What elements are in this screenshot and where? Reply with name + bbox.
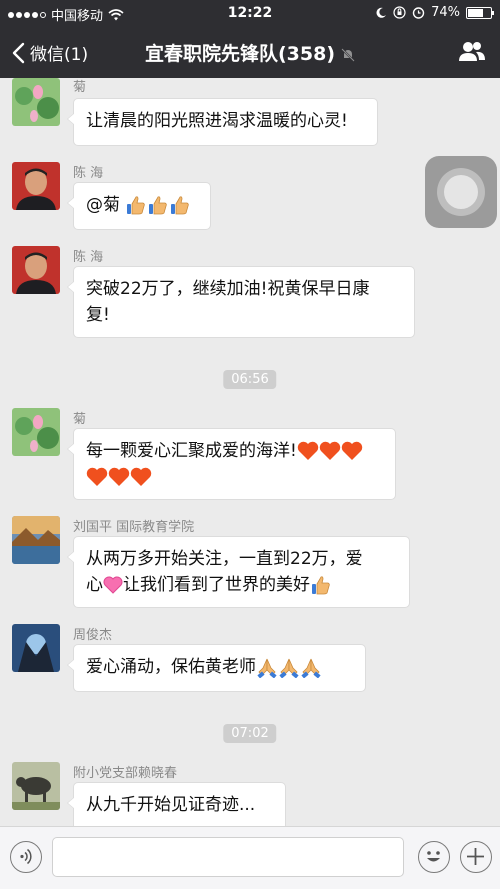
nav-bar: 微信(1) 宜春职院先锋队(358) <box>0 26 500 78</box>
message-text-line: 心让我们看到了世界的美好 <box>86 572 397 598</box>
avatar[interactable] <box>12 762 60 810</box>
group-members-button[interactable] <box>458 40 486 66</box>
emoji-group <box>310 575 332 595</box>
man-avatar-image <box>12 162 60 210</box>
avatar[interactable] <box>12 408 60 456</box>
message-input[interactable] <box>52 837 404 877</box>
thumbs-up-emoji <box>312 576 330 595</box>
sender-name: 陈 海 <box>73 250 104 265</box>
sender-name: 附小党支部赖晓春 <box>73 766 178 781</box>
heart-emoji <box>297 441 319 460</box>
assistive-touch-button[interactable] <box>425 156 497 228</box>
sender-name: 陈 海 <box>73 166 104 181</box>
message-text-line: 复! <box>86 305 110 325</box>
battery-percent: 74% <box>431 5 460 20</box>
message-text: 爱心涌动，保佑黄老师 <box>86 657 256 677</box>
sender-name: 刘国平 国际教育学院 <box>73 520 195 535</box>
emoji-group <box>256 657 322 678</box>
message-bubble[interactable]: 每一颗爱心汇聚成爱的海洋! <box>67 428 396 500</box>
rotation-lock-icon <box>393 6 406 19</box>
heart-emoji <box>130 467 152 486</box>
thumbs-up-emoji <box>149 196 168 215</box>
man-avatar-image <box>12 246 60 294</box>
heart-emoji <box>341 441 363 460</box>
message-text-line: 突破22万了，继续加油!祝黄保早日康 <box>86 279 370 299</box>
timestamp-divider: 06:56 <box>223 370 277 389</box>
smiley-icon <box>427 851 440 862</box>
message-bubble[interactable]: 从九千开始见证奇迹... <box>67 782 286 826</box>
chat-title-text: 宜春职院先锋队(358) <box>144 43 336 65</box>
landscape-avatar-image <box>12 516 60 564</box>
sender-name: 周俊杰 <box>73 628 113 643</box>
sender-name: 菊 <box>73 80 87 95</box>
people-icon <box>459 42 485 61</box>
plus-icon <box>467 848 484 865</box>
message-bubble[interactable]: @菊 <box>67 182 211 230</box>
message-bubble[interactable]: 爱心涌动，保佑黄老师 <box>67 644 366 692</box>
thumbs-up-emoji <box>171 196 190 215</box>
voice-icon <box>20 848 32 865</box>
chat-title: 宜春职院先锋队(358) <box>0 39 500 66</box>
praying-hands-emoji <box>257 658 277 678</box>
thumbs-up-emoji <box>127 196 146 215</box>
battery-level <box>468 8 483 17</box>
avatar[interactable] <box>12 624 60 672</box>
message-text: 每一颗爱心汇聚成爱的海洋! <box>86 441 297 461</box>
avatar[interactable] <box>12 516 60 564</box>
voice-button[interactable] <box>10 841 42 873</box>
praying-hands-emoji <box>301 658 321 678</box>
buffalo-avatar-image <box>12 762 60 810</box>
pink-heart-emoji <box>103 576 123 594</box>
input-bar <box>0 826 500 889</box>
message-text: @菊 <box>86 195 126 215</box>
heart-hands-avatar-image <box>12 624 60 672</box>
avatar[interactable] <box>12 78 60 126</box>
timestamp-divider: 07:02 <box>223 724 277 743</box>
praying-hands-emoji <box>279 658 299 678</box>
message-text: 从九千开始见证奇迹... <box>86 795 256 815</box>
message-text: 让我们看到了世界的美好 <box>123 575 310 595</box>
message-bubble[interactable]: 突破22万了，继续加油!祝黄保早日康 复! <box>67 266 415 338</box>
heart-emoji <box>108 467 130 486</box>
message-text-line: 从两万多开始关注，一直到22万，爱 <box>86 549 363 569</box>
heart-emoji <box>319 441 341 460</box>
heart-emoji <box>86 467 108 486</box>
emoji-group <box>125 195 191 215</box>
battery-icon <box>466 6 494 19</box>
emoji-button[interactable] <box>418 841 450 873</box>
more-button[interactable] <box>460 841 492 873</box>
lotus-avatar-image <box>12 78 60 126</box>
sender-name: 菊 <box>73 412 87 427</box>
status-bar: 中国移动 12:22 74% <box>0 0 500 26</box>
message-bubble[interactable]: 从两万多开始关注，一直到22万，爱 心让我们看到了世界的美好 <box>67 536 410 608</box>
message-text: 心 <box>86 575 103 595</box>
avatar[interactable] <box>12 162 60 210</box>
alarm-icon <box>412 7 425 19</box>
message-bubble[interactable]: 让清晨的阳光照进渴求温暖的心灵! <box>67 98 378 146</box>
avatar[interactable] <box>12 246 60 294</box>
message-text: 让清晨的阳光照进渴求温暖的心灵! <box>86 111 348 131</box>
lotus-avatar-image <box>12 408 60 456</box>
mute-icon <box>341 47 355 62</box>
moon-icon <box>376 7 387 18</box>
